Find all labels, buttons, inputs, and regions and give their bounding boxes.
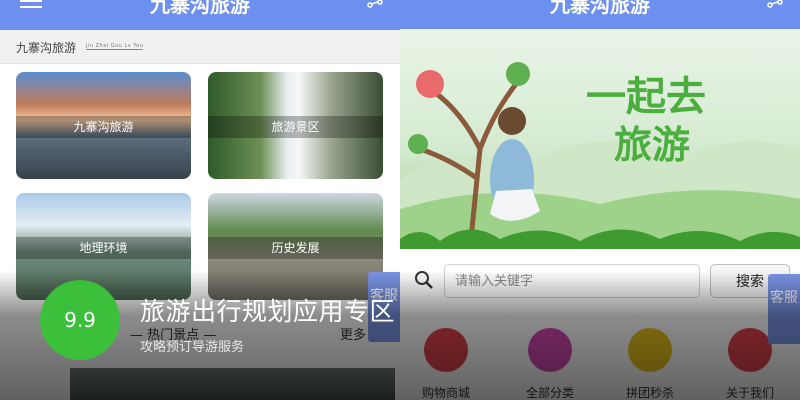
shop-icon bbox=[424, 328, 468, 372]
customer-service-tab[interactable]: 客服 bbox=[768, 274, 800, 344]
top-app-bar: 九寨沟旅游 bbox=[400, 0, 800, 30]
hero-illustration bbox=[400, 62, 800, 249]
breadcrumb-title: 九寨沟旅游 bbox=[16, 41, 77, 55]
category-icon bbox=[528, 328, 572, 372]
shop-mall-entry[interactable]: 购物商城 bbox=[406, 328, 486, 400]
group-buy-entry[interactable]: 拼团秒杀 bbox=[610, 328, 690, 400]
tile-scenic-areas[interactable]: 旅游景区 bbox=[208, 72, 383, 179]
about-icon bbox=[728, 328, 772, 372]
tile-label: 地理环境 bbox=[16, 237, 191, 259]
hero-text-line2: 旅游 bbox=[614, 123, 691, 167]
promo-title: 旅游出行规划应用专区 bbox=[140, 297, 396, 326]
all-categories-label: 全部分类 bbox=[525, 386, 574, 400]
tile-label: 九寨沟旅游 bbox=[16, 116, 191, 138]
tile-label: 旅游景区 bbox=[208, 116, 383, 138]
promo-subtitle: 攻略预订导游服务 bbox=[140, 340, 245, 355]
shop-mall-label: 购物商城 bbox=[421, 386, 470, 400]
app-title: 九寨沟旅游 bbox=[550, 0, 650, 17]
top-app-bar: 九寨沟旅游 bbox=[0, 0, 400, 30]
tile-jiuzhaigou[interactable]: 九寨沟旅游 bbox=[16, 72, 191, 179]
right-screen: 九寨沟旅游 一起去 旅游 搜索 购物 bbox=[400, 0, 800, 400]
search-icon[interactable] bbox=[414, 270, 434, 290]
hot-spot-image[interactable] bbox=[70, 368, 395, 400]
search-input[interactable] bbox=[444, 264, 700, 298]
group-buy-label: 拼团秒杀 bbox=[625, 386, 674, 400]
new-badge-icon bbox=[628, 328, 672, 372]
search-bar: 搜索 bbox=[400, 262, 800, 300]
tile-geography[interactable]: 地理环境 bbox=[16, 193, 191, 300]
share-icon[interactable] bbox=[364, 0, 384, 10]
all-categories-entry[interactable]: 全部分类 bbox=[510, 328, 590, 400]
about-us-label: 关于我们 bbox=[725, 386, 774, 400]
app-title: 九寨沟旅游 bbox=[150, 0, 250, 17]
breadcrumb: 九寨沟旅游 Jiu Zhai Gou Lv You bbox=[0, 30, 400, 64]
tile-label: 历史发展 bbox=[208, 237, 383, 259]
hero-banner[interactable]: 一起去 旅游 bbox=[400, 29, 800, 249]
breadcrumb-pinyin: Jiu Zhai Gou Lv You bbox=[86, 43, 144, 50]
share-icon[interactable] bbox=[764, 0, 784, 10]
score-badge: 9.9 bbox=[40, 280, 120, 360]
tile-history[interactable]: 历史发展 bbox=[208, 193, 383, 300]
